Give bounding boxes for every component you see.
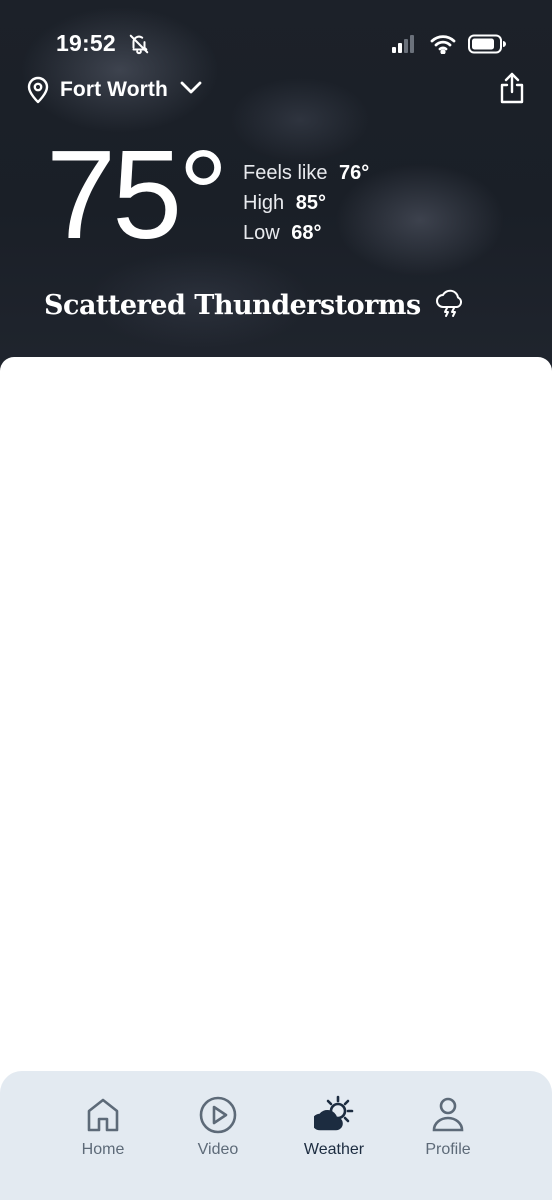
status-bar: 19:52	[0, 28, 552, 64]
tab-profile[interactable]: Profile	[398, 1095, 498, 1159]
bell-slash-icon	[128, 33, 150, 60]
sun-cloud-icon	[314, 1095, 354, 1135]
condition-row: Scattered Thunderstorms	[44, 288, 465, 323]
location-selector[interactable]: Fort Worth	[26, 76, 202, 104]
low-value: 68°	[291, 222, 322, 244]
person-icon	[430, 1095, 466, 1135]
status-icons	[392, 34, 506, 59]
wifi-icon	[430, 34, 456, 59]
home-icon	[86, 1095, 120, 1135]
feels-like-label: Feels like	[243, 162, 328, 184]
battery-icon	[468, 34, 506, 59]
weather-hero: 19:52 Fort Worth 75° Feels like 76° High…	[0, 0, 552, 380]
tab-video[interactable]: Video	[168, 1095, 268, 1159]
tab-home[interactable]: Home	[53, 1095, 153, 1159]
share-button[interactable]	[498, 72, 526, 108]
tab-home-label: Home	[81, 1141, 125, 1158]
low-row: Low 68°	[243, 218, 369, 248]
chevron-down-icon	[180, 81, 202, 100]
high-label: High	[243, 192, 285, 214]
feels-like-value: 76°	[339, 162, 370, 184]
current-temperature: 75°	[46, 124, 229, 265]
high-row: High 85°	[243, 188, 369, 218]
temperature-details: Feels like 76° High 85° Low 68°	[243, 158, 369, 248]
share-icon	[499, 72, 525, 109]
thunderstorm-icon	[435, 288, 465, 323]
tab-weather[interactable]: Weather	[284, 1095, 384, 1159]
tab-weather-label: Weather	[303, 1141, 365, 1158]
map-pin-icon	[26, 76, 50, 104]
location-name: Fort Worth	[60, 78, 168, 101]
tab-profile-label: Profile	[425, 1141, 471, 1158]
low-label: Low	[243, 222, 280, 244]
weather-condition: Scattered Thunderstorms	[44, 290, 421, 321]
play-circle-icon	[198, 1095, 238, 1135]
feels-like-row: Feels like 76°	[243, 158, 369, 188]
status-time: 19:52	[56, 30, 116, 56]
high-value: 85°	[295, 192, 326, 214]
weather-screen: 19:52 Fort Worth 75° Feels like 76° High…	[0, 0, 552, 1200]
tab-video-label: Video	[197, 1141, 239, 1158]
signal-icon	[392, 35, 418, 58]
bottom-tab-bar: Home Video Weather Profile	[0, 1071, 552, 1200]
